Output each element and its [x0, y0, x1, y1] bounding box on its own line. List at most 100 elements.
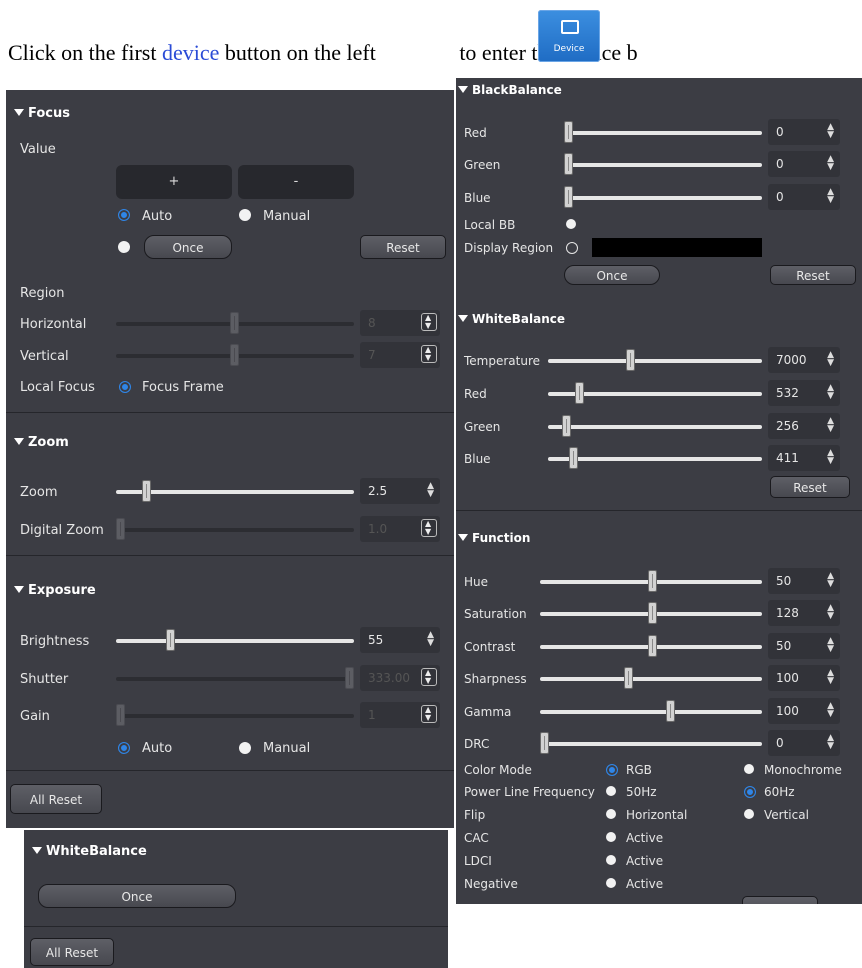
bb-blue-slider[interactable] [564, 186, 762, 208]
spin-arrows-icon[interactable]: ▲ ▼ [827, 123, 834, 140]
sharpness-handle[interactable] [624, 667, 633, 689]
digital-zoom-spinbox[interactable]: 1.0 ▲ ▼ [360, 516, 440, 542]
shutter-slider[interactable] [116, 667, 354, 689]
zoom-slider-handle[interactable] [142, 480, 151, 502]
bb-green-spinbox[interactable]: 0 ▲ ▼ [768, 151, 840, 177]
bb-red-slider[interactable] [564, 121, 762, 143]
function-header[interactable]: Function [458, 531, 530, 545]
spin-arrows-icon[interactable]: ▲ ▼ [421, 313, 437, 331]
wb-blue-handle[interactable] [569, 447, 578, 469]
local-bb-radio[interactable] [566, 219, 576, 229]
all-reset-button[interactable]: All Reset [10, 784, 102, 814]
bb-blue-handle[interactable] [564, 186, 573, 208]
spin-arrows-icon[interactable]: ▲ ▼ [827, 351, 834, 368]
small-all-reset-button[interactable]: All Reset [30, 938, 114, 966]
wb-red-spinbox[interactable]: 532 ▲ ▼ [768, 380, 840, 406]
brightness-slider-handle[interactable] [166, 629, 175, 651]
spin-arrows-icon[interactable]: ▲ ▼ [827, 637, 834, 654]
spin-arrows-icon[interactable]: ▲ ▼ [827, 449, 834, 466]
bb-red-spinbox[interactable]: 0 ▲ ▼ [768, 119, 840, 145]
horizontal-slider-handle[interactable] [230, 312, 239, 334]
focus-once-button[interactable]: Once [144, 235, 232, 259]
wb-reset-button[interactable]: Reset [770, 476, 850, 498]
bb-once-button[interactable]: Once [564, 265, 660, 285]
wb-red-handle[interactable] [575, 382, 584, 404]
wb-blue-spinbox[interactable]: 411 ▲ ▼ [768, 445, 840, 471]
gamma-handle[interactable] [666, 700, 675, 722]
hz60-radio[interactable] [744, 786, 756, 798]
saturation-spinbox[interactable]: 128 ▲ ▼ [768, 600, 840, 626]
vertical-slider[interactable] [116, 344, 354, 366]
wb-temperature-slider[interactable] [548, 349, 762, 371]
drc-handle[interactable] [540, 732, 549, 754]
spin-arrows-icon[interactable]: ▲ ▼ [827, 417, 834, 434]
hue-spinbox[interactable]: 50 ▲ ▼ [768, 568, 840, 594]
shutter-slider-handle[interactable] [345, 667, 354, 689]
vertical-spinbox[interactable]: 7 ▲ ▼ [360, 342, 440, 368]
sharpness-slider[interactable] [540, 667, 762, 689]
hue-slider[interactable] [540, 570, 762, 592]
focus-auto-radio[interactable] [118, 209, 130, 221]
digital-zoom-slider[interactable] [116, 518, 354, 540]
vertical-slider-handle[interactable] [230, 344, 239, 366]
hz50-radio[interactable] [606, 786, 616, 796]
blackbalance-header[interactable]: BlackBalance [458, 83, 562, 97]
small-whitebalance-header[interactable]: WhiteBalance [32, 844, 147, 859]
focus-reset-button[interactable]: Reset [360, 235, 446, 259]
horizontal-slider[interactable] [116, 312, 354, 334]
rgb-radio[interactable] [606, 764, 618, 776]
gain-slider[interactable] [116, 704, 354, 726]
bb-green-slider[interactable] [564, 153, 762, 175]
bb-reset-button[interactable]: Reset [770, 265, 856, 285]
device-button[interactable]: Device [538, 10, 600, 62]
zoom-slider[interactable] [116, 480, 354, 502]
spin-arrows-icon[interactable]: ▲ ▼ [427, 482, 434, 499]
whitebalance-header[interactable]: WhiteBalance [458, 312, 565, 326]
cac-active-radio[interactable] [606, 832, 616, 842]
flip-vertical-radio[interactable] [744, 809, 754, 819]
digital-zoom-handle[interactable] [116, 518, 125, 540]
spin-arrows-icon[interactable]: ▲ ▼ [827, 734, 834, 751]
spin-arrows-icon[interactable]: ▲ ▼ [827, 572, 834, 589]
drc-slider[interactable] [540, 732, 762, 754]
spin-arrows-icon[interactable]: ▲ ▼ [827, 188, 834, 205]
function-reset-button[interactable]: Reset [742, 896, 818, 904]
horizontal-spinbox[interactable]: 8 ▲ ▼ [360, 310, 440, 336]
bb-red-handle[interactable] [564, 121, 573, 143]
wb-temperature-handle[interactable] [626, 349, 635, 371]
gain-spinbox[interactable]: 1 ▲ ▼ [360, 702, 440, 728]
focus-once-radio[interactable] [118, 241, 130, 253]
small-whitebalance-once-button[interactable]: Once [38, 884, 236, 908]
contrast-handle[interactable] [648, 635, 657, 657]
zoom-spinbox[interactable]: 2.5 ▲ ▼ [360, 478, 440, 504]
monochrome-radio[interactable] [744, 764, 754, 774]
spin-arrows-icon[interactable]: ▲ ▼ [827, 384, 834, 401]
wb-temperature-spinbox[interactable]: 7000 ▲ ▼ [768, 347, 840, 373]
zoom-header[interactable]: Zoom [14, 435, 69, 450]
display-region-radio[interactable] [566, 242, 578, 254]
device-link[interactable]: device [162, 40, 219, 65]
wb-red-slider[interactable] [548, 382, 762, 404]
spin-arrows-icon[interactable]: ▲ ▼ [421, 668, 437, 686]
exposure-auto-radio[interactable] [118, 742, 130, 754]
spin-arrows-icon[interactable]: ▲ ▼ [427, 631, 434, 648]
gamma-slider[interactable] [540, 700, 762, 722]
wb-green-slider[interactable] [548, 415, 762, 437]
spin-arrows-icon[interactable]: ▲ ▼ [421, 519, 437, 537]
ldci-active-radio[interactable] [606, 855, 616, 865]
spin-arrows-icon[interactable]: ▲ ▼ [421, 345, 437, 363]
bb-green-handle[interactable] [564, 153, 573, 175]
bb-blue-spinbox[interactable]: 0 ▲ ▼ [768, 184, 840, 210]
shutter-spinbox[interactable]: 333.00 ▲ ▼ [360, 665, 440, 691]
drc-spinbox[interactable]: 0 ▲ ▼ [768, 730, 840, 756]
spin-arrows-icon[interactable]: ▲ ▼ [827, 604, 834, 621]
focus-plus-button[interactable]: + [116, 165, 232, 199]
spin-arrows-icon[interactable]: ▲ ▼ [827, 155, 834, 172]
exposure-header[interactable]: Exposure [14, 583, 96, 598]
gain-slider-handle[interactable] [116, 704, 125, 726]
spin-arrows-icon[interactable]: ▲ ▼ [421, 705, 437, 723]
contrast-spinbox[interactable]: 50 ▲ ▼ [768, 633, 840, 659]
contrast-slider[interactable] [540, 635, 762, 657]
focus-minus-button[interactable]: - [238, 165, 354, 199]
focus-frame-radio[interactable] [119, 381, 131, 393]
